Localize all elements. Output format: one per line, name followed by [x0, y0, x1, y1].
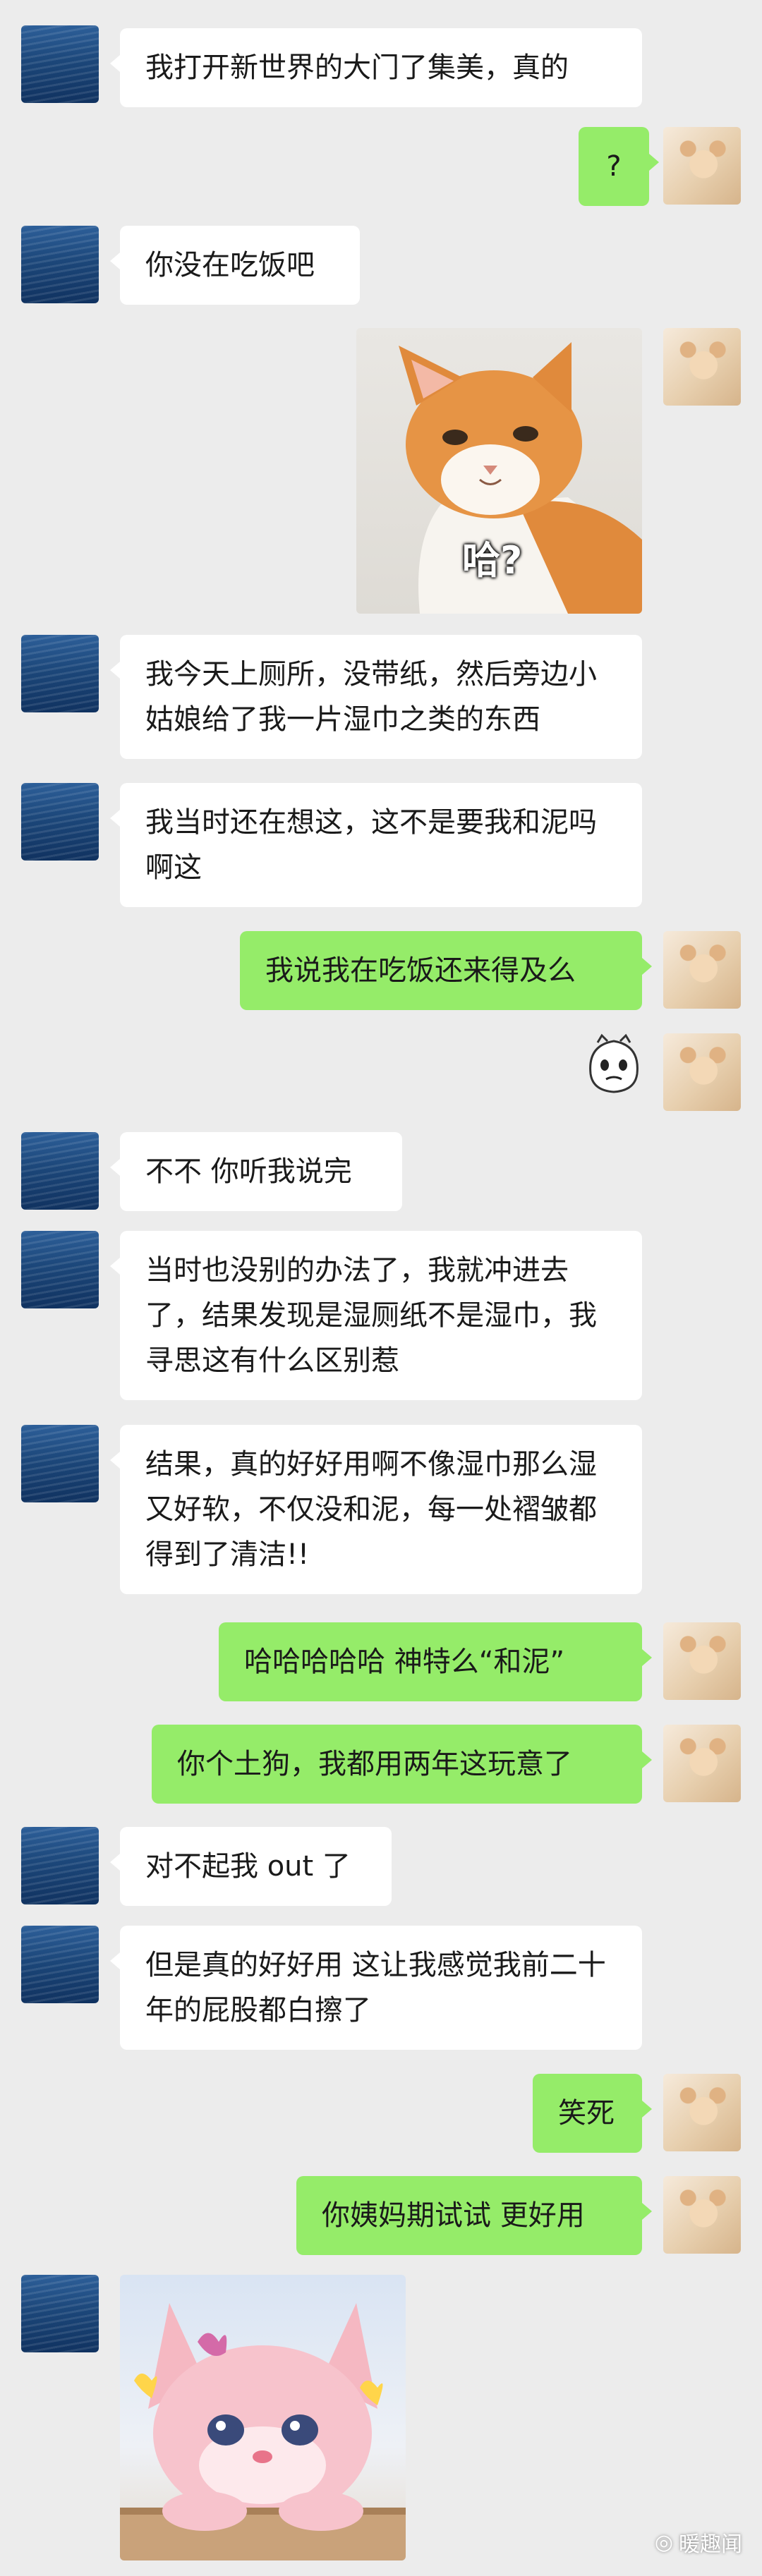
contact-avatar[interactable] [21, 1132, 99, 1210]
message-bubble-incoming[interactable]: 我今天上厕所，没带纸，然后旁边小姑娘给了我一片湿巾之类的东西 [110, 635, 642, 759]
contact-avatar[interactable] [21, 25, 99, 103]
my-avatar[interactable] [663, 2074, 741, 2151]
contact-avatar[interactable] [21, 1425, 99, 1502]
my-avatar[interactable] [663, 1622, 741, 1700]
wechat-logo-icon: ◎ [654, 2529, 673, 2555]
contact-avatar[interactable] [21, 635, 99, 712]
message-bubble-incoming[interactable]: 结果，真的好好用啊不像湿巾那么湿又好软，不仅没和泥，每一处褶皱都得到了清洁!! [110, 1425, 642, 1594]
watermark: ◎ 暖趣闻 [655, 2527, 742, 2558]
message-bubble-incoming[interactable]: 我当时还在想这，这不是要我和泥吗 啊这 [110, 783, 642, 907]
message-bubble-incoming[interactable]: 当时也没别的办法了，我就冲进去了，结果发现是湿厕纸不是湿巾，我寻思这有什么区别惹 [110, 1231, 642, 1400]
message-bubble-incoming[interactable]: 不不 你听我说完 [110, 1132, 402, 1211]
message-bubble-incoming[interactable]: 但是真的好好用 这让我感觉我前二十年的屁股都白擦了 [110, 1926, 642, 2050]
contact-avatar[interactable] [21, 1231, 99, 1308]
message-bubble-outgoing[interactable]: 我说我在吃饭还来得及么 [240, 931, 652, 1010]
contact-avatar[interactable] [21, 1926, 99, 2003]
my-avatar[interactable] [663, 127, 741, 205]
my-avatar[interactable] [663, 2176, 741, 2254]
message-bubble-incoming[interactable]: 你没在吃饭吧 [110, 226, 360, 305]
message-bubble-outgoing[interactable]: 你个土狗，我都用两年这玩意了 [152, 1725, 652, 1804]
emoji-sticker[interactable] [582, 1031, 646, 1095]
plush-toy-image[interactable] [120, 2275, 406, 2560]
message-bubble-incoming[interactable]: 对不起我 out 了 [110, 1827, 392, 1906]
cat-sticker-image[interactable]: 哈? [356, 328, 642, 614]
contact-avatar[interactable] [21, 226, 99, 303]
message-bubble-incoming[interactable]: 我打开新世界的大门了集美，真的 [110, 28, 642, 107]
watermark-text: 暖趣闻 [679, 2532, 742, 2557]
sticker-caption: 哈? [462, 538, 523, 583]
message-bubble-outgoing[interactable]: 哈哈哈哈哈 神特么“和泥” [219, 1622, 652, 1701]
my-avatar[interactable] [663, 328, 741, 406]
message-bubble-outgoing[interactable]: ? [579, 127, 659, 206]
plush-toy-illustration [120, 2303, 406, 2560]
my-avatar[interactable] [663, 1725, 741, 1802]
message-bubble-outgoing[interactable]: 笑死 [533, 2074, 652, 2153]
my-avatar[interactable] [663, 931, 741, 1009]
message-bubble-outgoing[interactable]: 你姨妈期试试 更好用 [296, 2176, 652, 2255]
my-avatar[interactable] [663, 1033, 741, 1111]
contact-avatar[interactable] [21, 1827, 99, 1904]
contact-avatar[interactable] [21, 783, 99, 861]
face-sticker-icon [589, 1033, 639, 1093]
contact-avatar[interactable] [21, 2275, 99, 2352]
